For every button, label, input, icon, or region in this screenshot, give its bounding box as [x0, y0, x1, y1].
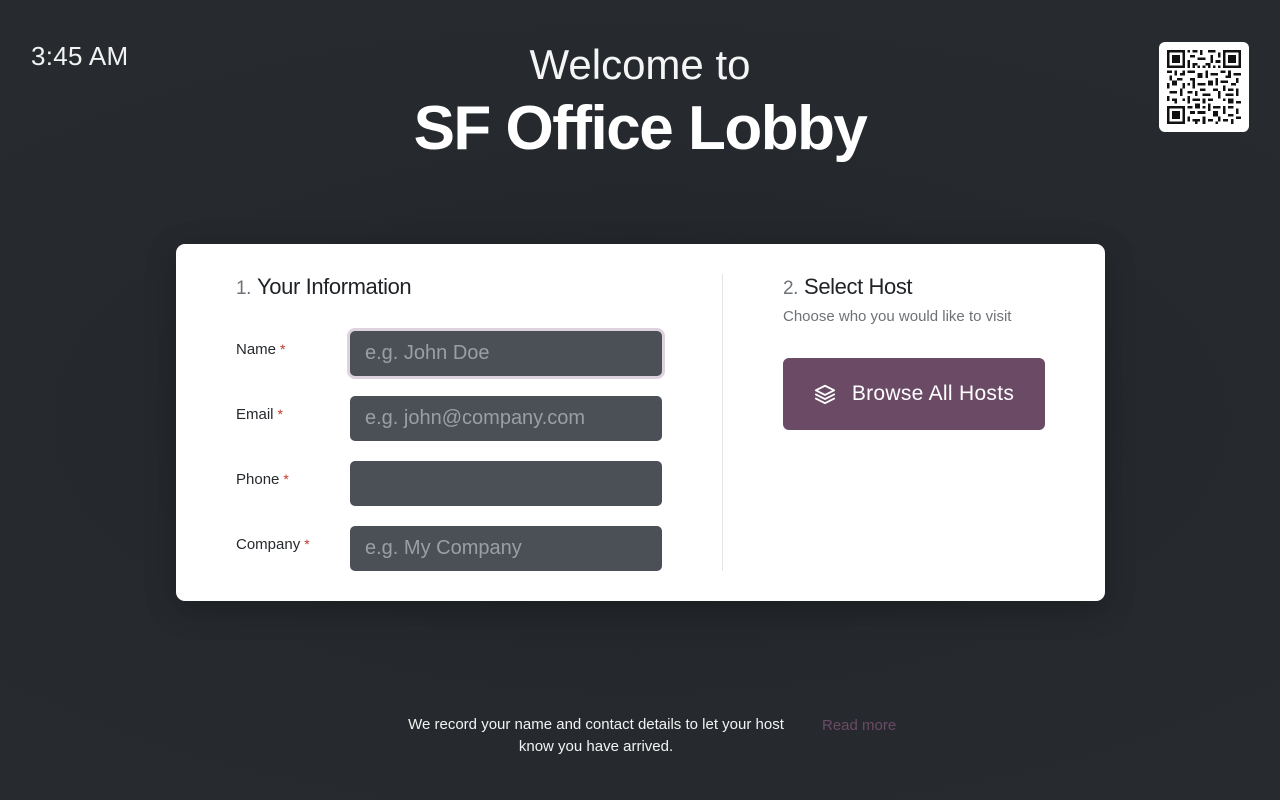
browse-all-hosts-label: Browse All Hosts [851, 382, 1015, 405]
info-section-title: 1. Your Information [236, 274, 412, 300]
name-field[interactable] [350, 331, 662, 376]
email-label: Email * [236, 406, 283, 423]
host-section-subtitle: Choose who you would like to visit [783, 308, 1012, 325]
phone-label: Phone * [236, 471, 289, 488]
browse-all-hosts-button[interactable]: Browse All Hosts [783, 358, 1045, 430]
read-more-link[interactable]: Read more [822, 715, 896, 737]
privacy-notice: We record your name and contact details … [408, 716, 784, 755]
info-section-number: 1. [236, 278, 252, 299]
phone-label-text: Phone [236, 471, 280, 488]
welcome-text: Welcome to [529, 41, 751, 88]
location-title: SF Office Lobby [413, 94, 868, 163]
company-label: Company * [236, 536, 310, 553]
host-section-title: 2. Select Host [783, 274, 913, 300]
email-label-text: Email [236, 406, 274, 423]
host-section-label: Select Host [804, 274, 913, 299]
welcome-header: Welcome to SF Office Lobby [0, 40, 1280, 162]
company-label-text: Company [236, 536, 301, 553]
email-field[interactable] [350, 396, 662, 441]
name-label: Name * [236, 341, 285, 358]
company-field[interactable] [350, 526, 662, 571]
required-marker: * [277, 406, 283, 422]
kiosk-page: 3:45 AM Welcome to SF Office Lobby 1. Yo… [0, 0, 1280, 800]
layers-icon [814, 383, 836, 405]
checkin-card: 1.Your Information Name* Email* Phone* C… [176, 244, 1105, 601]
name-label-text: Name [236, 341, 277, 358]
host-section-number: 2. [783, 278, 799, 299]
section-divider [722, 274, 723, 571]
info-section-label: Your Information [257, 274, 412, 299]
phone-field[interactable] [350, 461, 662, 506]
required-marker: * [304, 536, 310, 552]
required-marker: * [280, 341, 286, 357]
required-marker: * [283, 471, 289, 487]
